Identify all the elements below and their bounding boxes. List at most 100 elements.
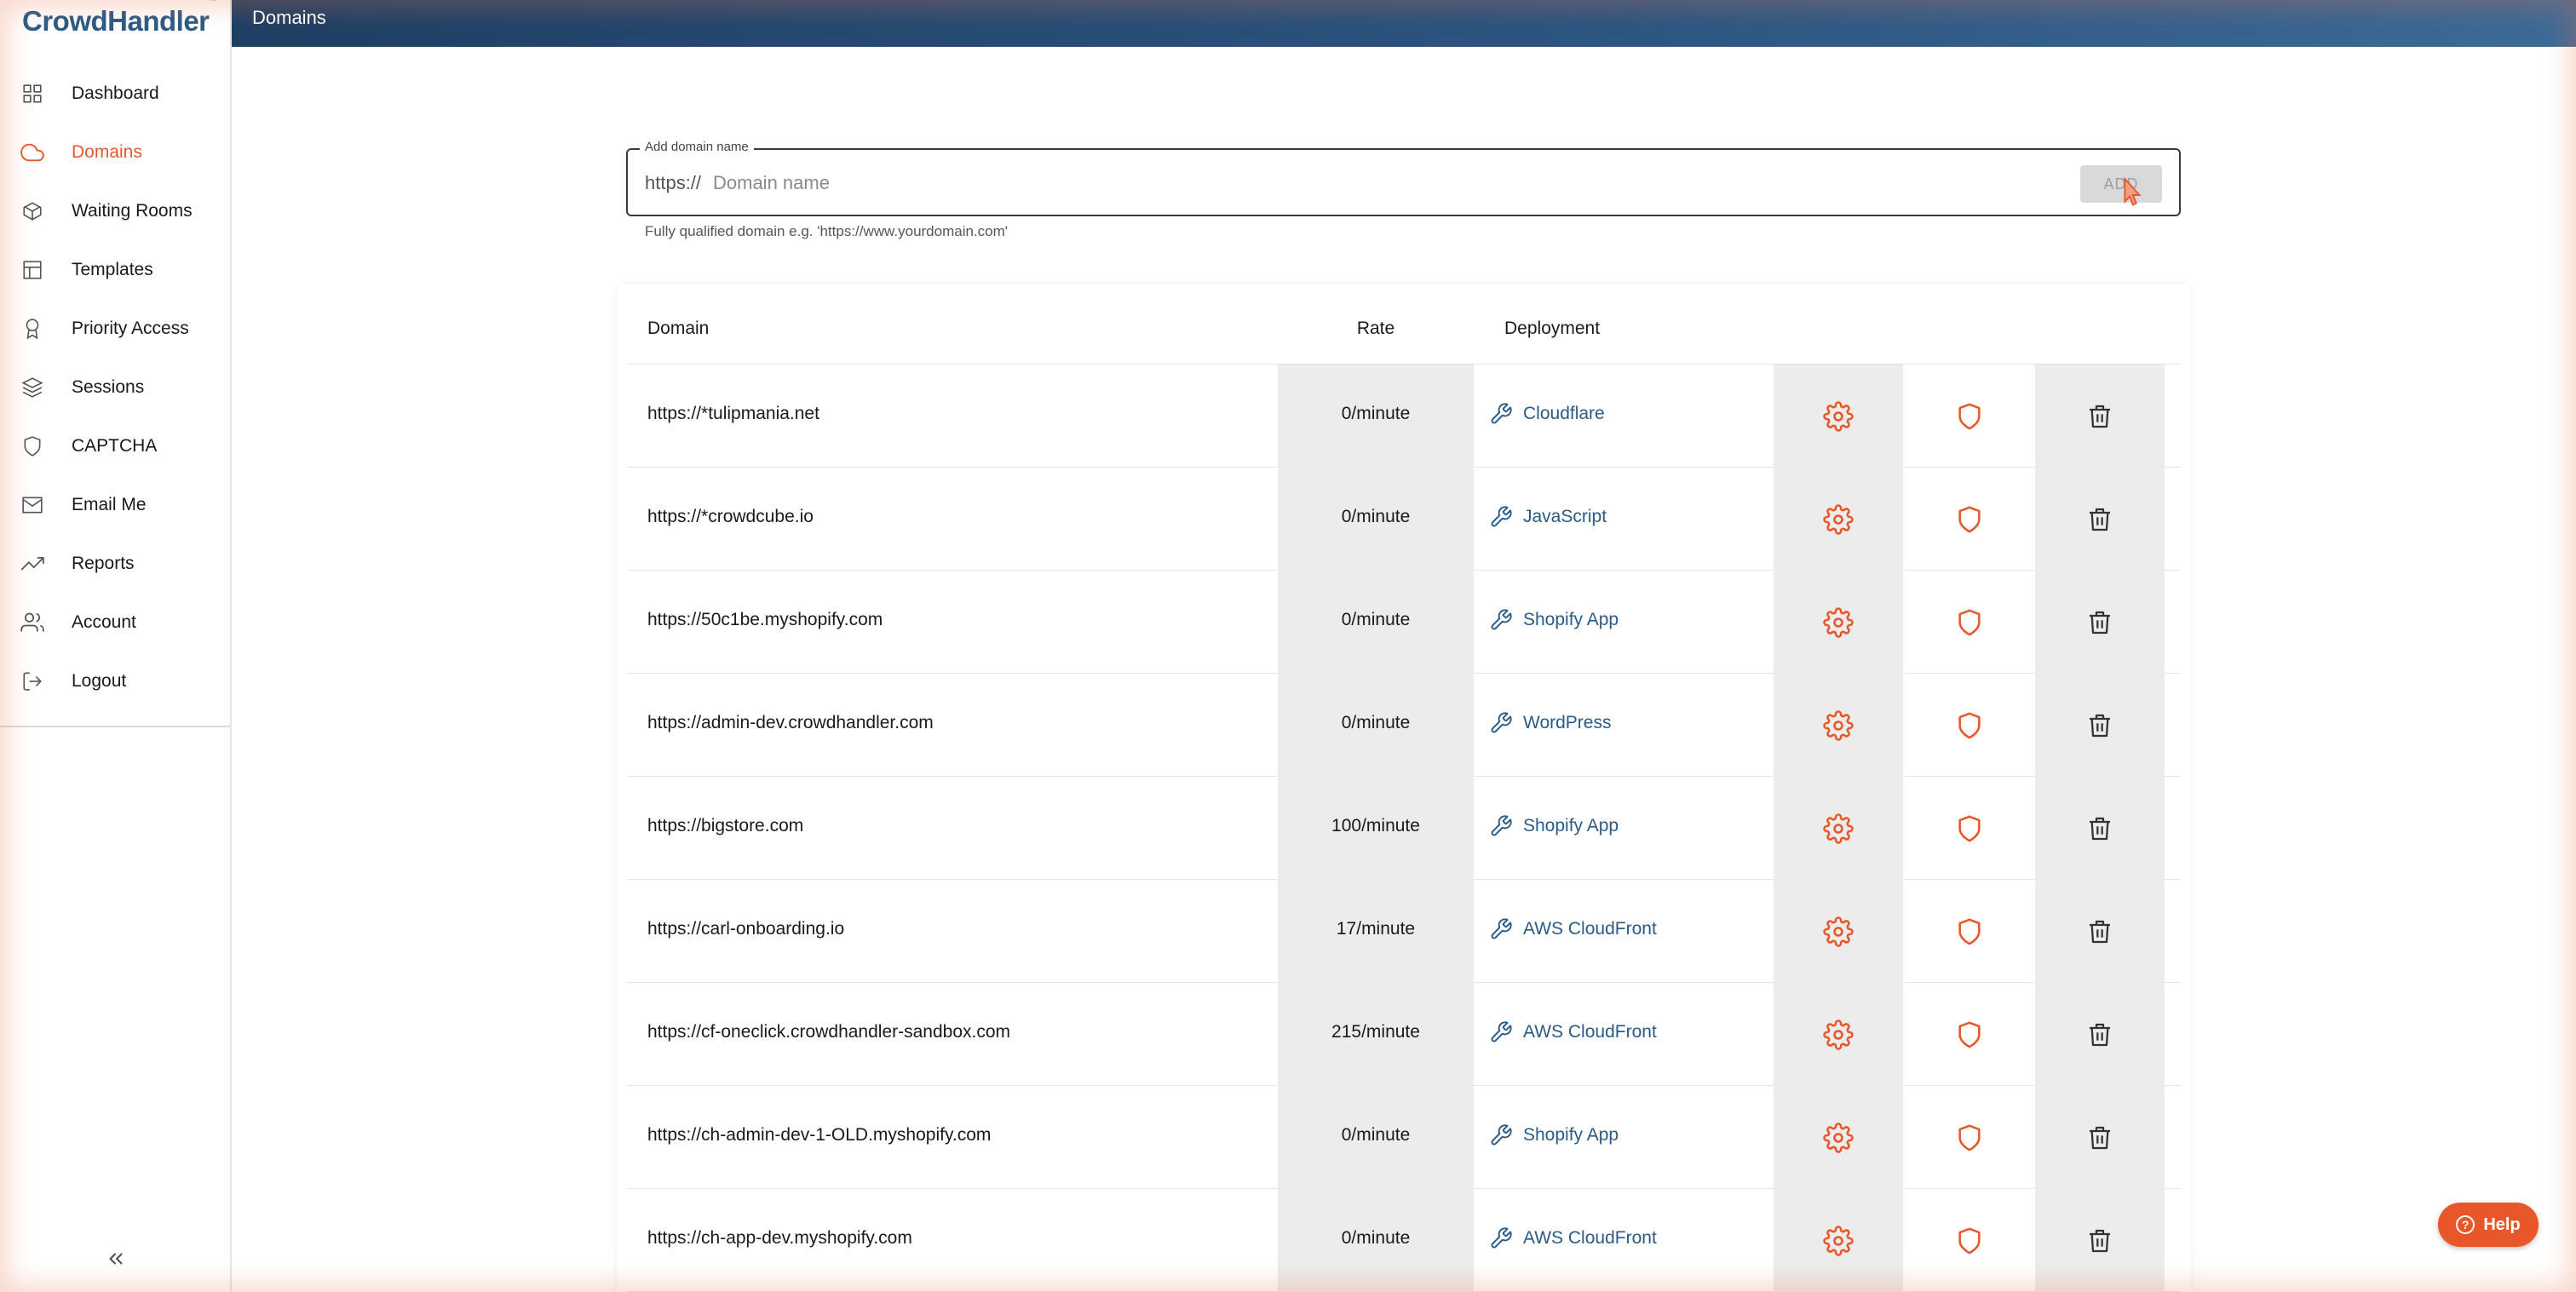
shield-icon [1955,505,1984,534]
shield-icon [1955,1020,1984,1049]
deployment-link[interactable]: Shopify App [1487,603,1619,637]
deployment-link[interactable]: AWS CloudFront [1487,1221,1657,1255]
deployment-link[interactable]: Cloudflare [1487,397,1605,431]
deployment-link[interactable]: Shopify App [1487,1118,1619,1152]
delete-button[interactable] [2035,468,2165,571]
domain-helper-text: Fully qualified domain e.g. 'https://www… [645,223,1009,239]
sidebar-item-templates[interactable]: Templates [0,244,230,296]
protection-button[interactable] [1905,674,2034,777]
help-button[interactable]: ? Help [2438,1203,2539,1247]
collapse-sidebar-button[interactable] [102,1245,129,1272]
rate-cell: 0/minute [1341,507,1411,526]
delete-button[interactable] [2035,365,2165,468]
protection-button[interactable] [1905,468,2034,571]
shield-icon [1955,711,1984,740]
delete-button[interactable] [2035,880,2165,983]
sidebar-item-reports[interactable]: Reports [0,538,230,589]
deployment-link[interactable]: JavaScript [1487,500,1607,534]
table-row: https://bigstore.com 100/minute Shopify Ap… [627,777,2181,880]
table-row: https://cf-oneclick.crowdhandler-sandbox… [627,983,2181,1086]
rate-cell: 215/minute [1331,1022,1420,1042]
deployment-link[interactable]: WordPress [1487,706,1611,740]
shield-icon [1955,1123,1984,1152]
rate-cell: 100/minute [1331,816,1420,835]
deployment-link[interactable]: AWS CloudFront [1487,912,1657,946]
protection-button[interactable] [1905,571,2034,674]
deployment-link[interactable]: Shopify App [1487,809,1619,843]
protection-button[interactable] [1905,983,2034,1086]
delete-button[interactable] [2035,777,2165,880]
sidebar-divider [0,726,230,727]
sidebar-item-logout[interactable]: Logout [0,656,230,707]
delete-button[interactable] [2035,571,2165,674]
sidebar-item-waiting-rooms[interactable]: Waiting Rooms [0,186,230,237]
settings-button[interactable] [1774,777,1903,880]
gear-icon [1823,1225,1854,1256]
award-icon [20,317,44,341]
logo[interactable]: CrowdHandler™ [22,0,217,37]
settings-button[interactable] [1774,674,1903,777]
protection-button[interactable] [1905,365,2034,468]
shield-icon [1955,608,1984,637]
trash-icon [2086,1226,2113,1255]
domain-name-input[interactable] [713,165,1820,201]
deployment-label: JavaScript [1523,507,1607,526]
wrench-icon [1487,503,1515,531]
protection-button[interactable] [1905,777,2034,880]
sidebar-item-sessions[interactable]: Sessions [0,362,230,413]
rate-cell: 0/minute [1341,1228,1411,1248]
settings-button[interactable] [1774,571,1903,674]
table-row: https://ch-admin-dev-1-OLD.myshopify.com… [627,1086,2181,1189]
trash-icon [2086,814,2113,843]
sidebar-item-label: Domains [72,142,142,162]
gear-icon [1823,1019,1854,1050]
wrench-icon [1487,1019,1515,1046]
settings-button[interactable] [1774,1086,1903,1189]
deployment-label: Shopify App [1523,1125,1619,1145]
gear-icon [1823,709,1854,741]
sidebar-item-account[interactable]: Account [0,597,230,648]
mail-icon [20,493,44,517]
table-row: https://*tulipmania.net 0/minute Cloudflar… [627,365,2181,468]
domain-cell: https://admin-dev.crowdhandler.com [647,713,934,732]
trash-icon [2086,608,2113,637]
trash-icon [2086,711,2113,740]
sidebar-item-priority-access[interactable]: Priority Access [0,303,230,354]
sidebar-item-dashboard[interactable]: Dashboard [0,68,230,119]
protection-button[interactable] [1905,1086,2034,1189]
layout-icon [20,258,44,282]
sidebar-item-domains[interactable]: Domains [0,127,230,178]
sidebar-item-email-me[interactable]: Email Me [0,479,230,531]
settings-button[interactable] [1774,983,1903,1086]
add-domain-legend: Add domain name [640,140,754,154]
protection-button[interactable] [1905,880,2034,983]
domain-cell: https://cf-oneclick.crowdhandler-sandbox… [647,1022,1011,1042]
gear-icon [1823,503,1854,535]
deployment-label: WordPress [1523,713,1612,732]
settings-button[interactable] [1774,880,1903,983]
protection-button[interactable] [1905,1189,2034,1292]
domain-cell: https://bigstore.com [647,816,804,835]
cube-icon [20,199,44,223]
deployment-link[interactable]: AWS CloudFront [1487,1015,1657,1049]
delete-button[interactable] [2035,983,2165,1086]
wrench-icon [1487,709,1515,737]
settings-button[interactable] [1774,1189,1903,1292]
deployment-label: Shopify App [1523,610,1619,629]
domain-cell: https://*tulipmania.net [647,404,819,423]
deployment-label: AWS CloudFront [1523,919,1657,939]
rate-cell: 17/minute [1336,919,1416,939]
delete-button[interactable] [2035,1086,2165,1189]
sidebar: CrowdHandler™ Dashboard Domains Waiting Ro… [0,0,232,1292]
delete-button[interactable] [2035,1189,2165,1292]
settings-button[interactable] [1774,468,1903,571]
wrench-icon [1487,1225,1515,1252]
shield-icon [1955,1226,1984,1255]
deployment-label: AWS CloudFront [1523,1228,1657,1248]
sidebar-item-captcha[interactable]: CAPTCHA [0,421,230,472]
question-icon: ? [2456,1215,2475,1234]
settings-button[interactable] [1774,365,1903,468]
wrench-icon [1487,916,1515,943]
delete-button[interactable] [2035,674,2165,777]
table-row: https://50c1be.myshopify.com 0/minute Shop… [627,571,2181,674]
